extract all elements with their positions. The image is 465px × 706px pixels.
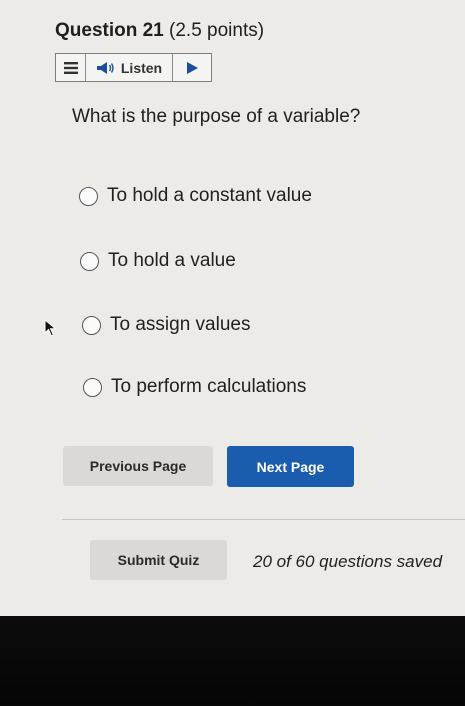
listen-toolbar: Listen <box>55 53 212 82</box>
quiz-screen: Question 21 (2.5 points) Listen What is … <box>0 0 465 616</box>
listen-button[interactable]: Listen <box>86 54 172 81</box>
radio-button[interactable] <box>83 377 102 397</box>
radio-button[interactable] <box>80 251 99 271</box>
question-prompt: What is the purpose of a variable? <box>72 106 361 127</box>
speaker-icon <box>96 61 114 74</box>
question-number: Question 21 <box>55 20 164 41</box>
next-page-button[interactable]: Next Page <box>227 446 354 487</box>
option-label: To hold a constant value <box>107 185 312 206</box>
listen-label: Listen <box>120 59 163 76</box>
option-label: To assign values <box>110 314 251 335</box>
play-button[interactable] <box>172 54 211 81</box>
option-3[interactable]: To assign values <box>82 314 250 336</box>
option-1[interactable]: To hold a constant value <box>79 185 312 207</box>
radio-button[interactable] <box>79 186 98 206</box>
submit-quiz-button[interactable]: Submit Quiz <box>90 540 227 580</box>
option-2[interactable]: To hold a value <box>80 250 236 272</box>
play-icon <box>186 61 198 74</box>
mouse-cursor-icon <box>44 319 57 337</box>
monitor-bezel <box>0 616 465 706</box>
saved-status: 20 of 60 questions saved <box>253 552 443 571</box>
radio-button[interactable] <box>82 315 101 335</box>
option-label: To perform calculations <box>111 376 307 397</box>
option-4[interactable]: To perform calculations <box>83 376 306 398</box>
listen-menu-button[interactable] <box>56 54 86 81</box>
hamburger-menu-icon <box>63 61 78 74</box>
previous-page-button[interactable]: Previous Page <box>63 446 213 486</box>
option-label: To hold a value <box>108 250 236 271</box>
divider <box>62 519 465 520</box>
question-header: Question 21 (2.5 points) <box>55 20 264 42</box>
question-points: (2.5 points) <box>169 20 265 41</box>
